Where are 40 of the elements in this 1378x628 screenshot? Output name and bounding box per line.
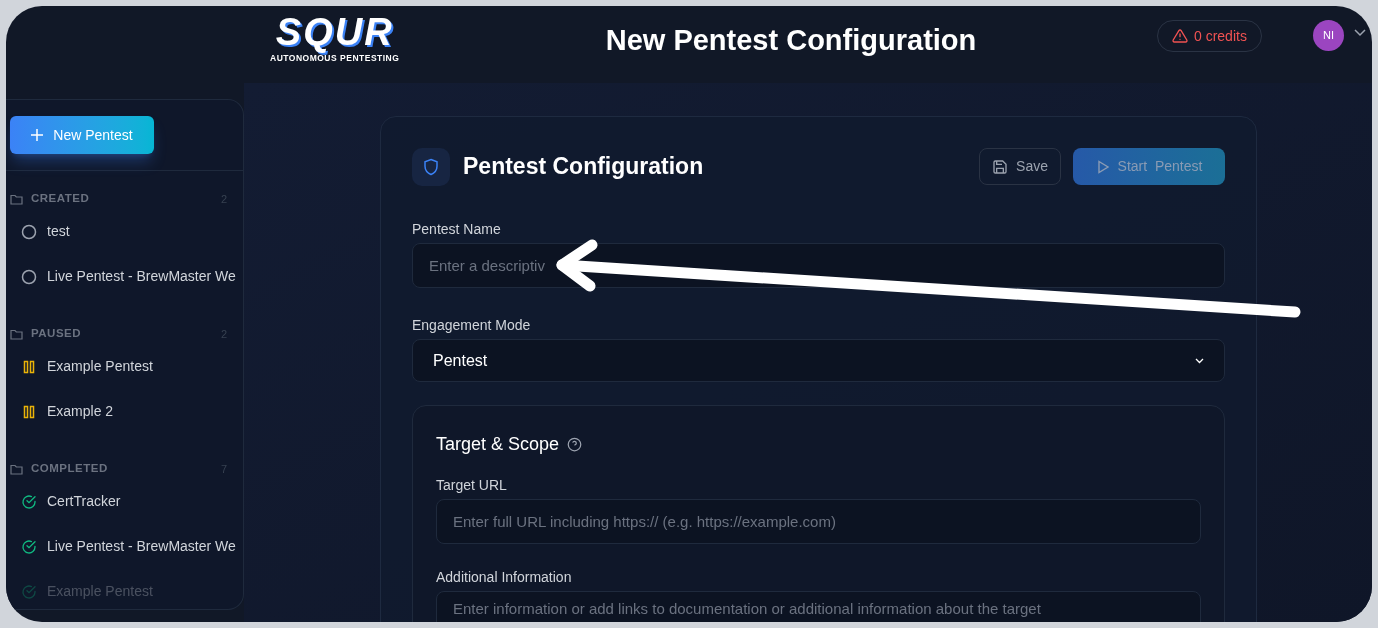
section-header: CREATED [31,191,91,207]
plus-icon [31,129,44,141]
folder-icon [10,193,23,205]
folder-icon [10,328,23,340]
sidebar-item[interactable]: Live Pentest - BrewMaster We [6,524,243,569]
chevron-down-icon[interactable] [1354,29,1366,37]
field-label: Additional Information [436,568,573,585]
circle-icon [21,268,37,285]
target-url-field[interactable]: Enter full URL including https:// (e.g. https://example.com) [436,499,1201,544]
sidebar-item[interactable]: CertTracker [6,479,243,524]
section-title: Target & Scope [436,432,560,456]
sidebar-item[interactable]: Example Pentest [6,344,243,389]
play-icon [1095,159,1110,174]
logo-tagline: AUTONOMOUS PENTESTING [270,53,400,65]
warning-icon [1172,28,1188,44]
pause-icon [21,358,37,375]
field-label: Pentest Name [412,220,502,237]
sidebar-item[interactable]: Example 2 [6,389,243,434]
logo-wordmark: SQUR [275,12,394,52]
user-avatar[interactable]: NI [1313,20,1344,51]
section-header: COMPLETED [31,461,109,477]
sidebar-item[interactable]: Live Pentest - BrewMaster We [6,254,243,299]
help-icon[interactable] [567,436,583,452]
engagement-mode-select[interactable]: Pentest [412,339,1225,382]
chevron-down-icon [1195,357,1204,364]
section-header: PAUSED [31,326,83,342]
check-circle-icon [21,493,37,510]
field-label: Target URL [436,476,508,493]
folder-icon [10,463,23,475]
pause-icon [21,403,37,420]
page-title: New Pentest Configuration [604,23,978,58]
check-circle-icon [21,583,37,600]
shield-icon [412,147,450,186]
circle-icon [21,223,37,240]
field-label: Engagement Mode [412,316,532,333]
sidebar-item[interactable]: test [6,209,243,254]
save-button[interactable]: Save [979,148,1061,185]
check-circle-icon [21,538,37,555]
additional-info-field[interactable]: Enter information or add links to documentation or additional information about the target [436,591,1201,622]
card-title: Pentest Configuration [463,152,705,182]
